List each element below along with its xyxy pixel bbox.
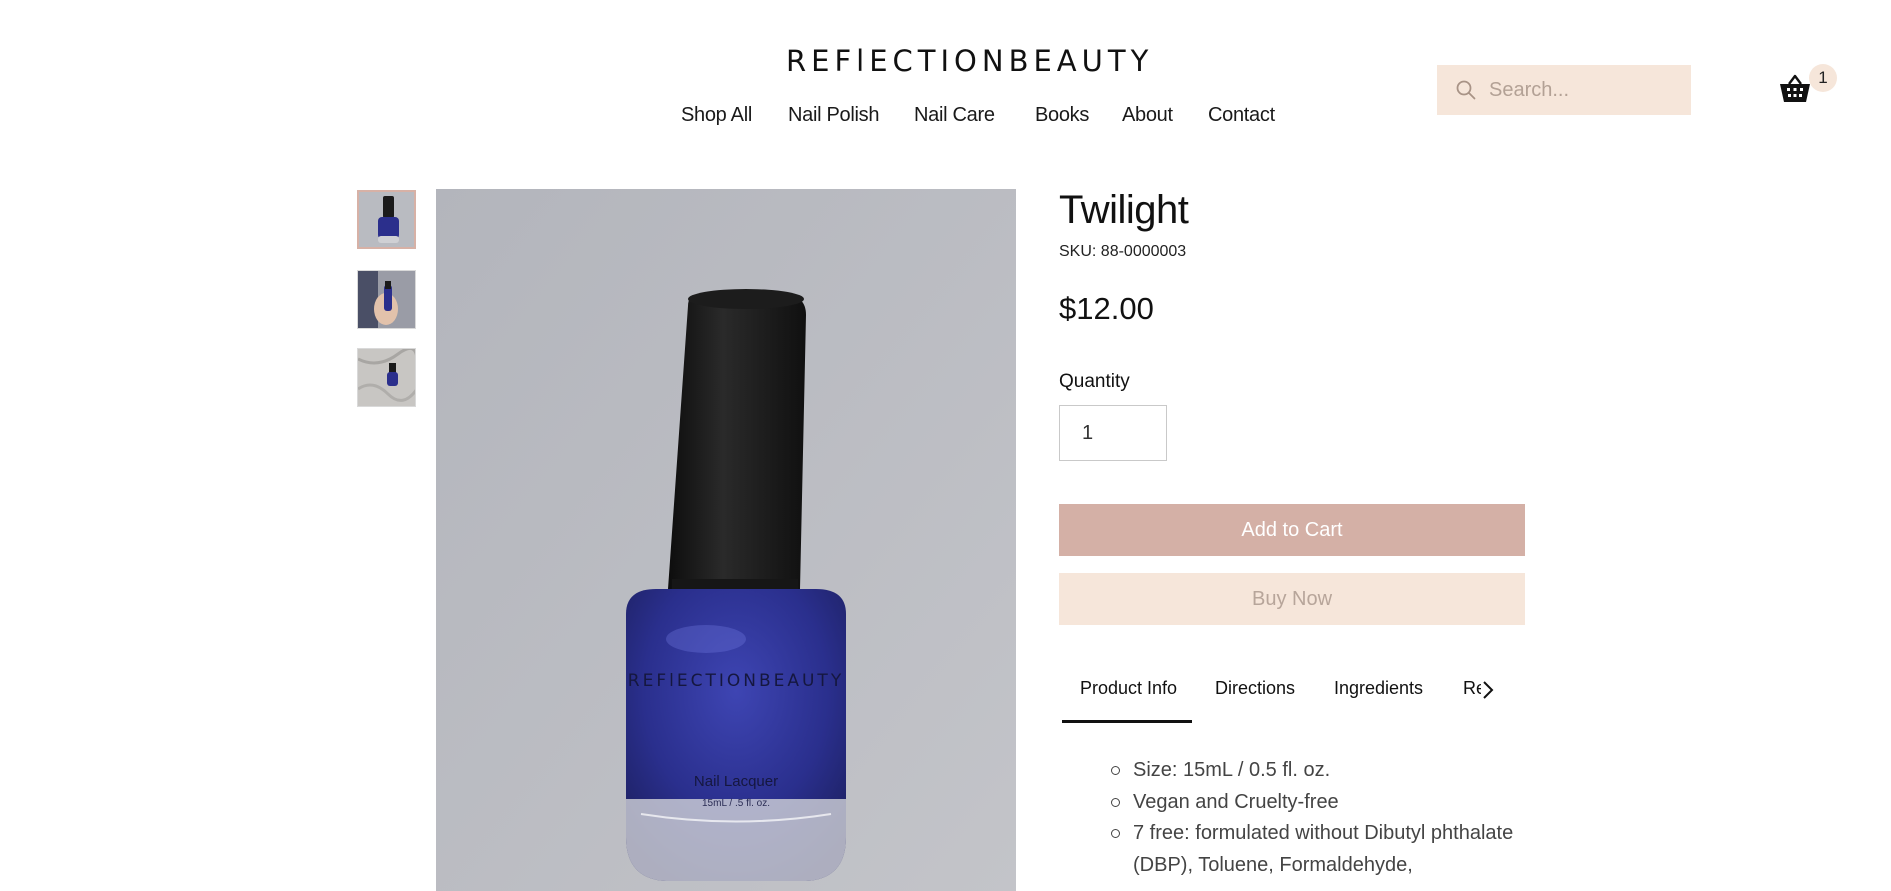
basket-icon xyxy=(1780,74,1810,102)
quantity-input[interactable]: 1 xyxy=(1059,405,1167,461)
main-product-image[interactable]: REFlECTIONBEAUTY Nail Lacquer 15mL / .5 … xyxy=(436,189,1016,891)
product-sku: SKU: 88-0000003 xyxy=(1059,243,1187,260)
bottle-thumbnail-image xyxy=(359,192,414,247)
thumbnail-2[interactable] xyxy=(357,270,416,329)
tab-reviews-truncated[interactable]: Re xyxy=(1463,678,1481,699)
nav-nail-polish[interactable]: Nail Polish xyxy=(788,104,879,127)
active-tab-indicator xyxy=(1062,720,1192,723)
tab-product-info[interactable]: Product Info xyxy=(1080,678,1177,699)
search-input[interactable] xyxy=(1489,78,1679,102)
list-item: Size: 15mL / 0.5 fl. oz. xyxy=(1108,755,1538,787)
chevron-right-icon xyxy=(1483,681,1494,699)
tabs-scroll-right-button[interactable] xyxy=(1482,680,1494,705)
bottle-brand-text: REFlECTIONBEAUTY xyxy=(628,671,844,691)
bottle-label-text: Nail Lacquer xyxy=(694,773,778,790)
quantity-label: Quantity xyxy=(1059,371,1130,392)
hand-thumbnail-image xyxy=(358,271,415,328)
nav-about[interactable]: About xyxy=(1122,104,1173,127)
fabric-thumbnail-image xyxy=(358,349,415,406)
product-tabs: Product Info Directions Ingredients Re xyxy=(1062,668,1525,724)
product-info-list: Size: 15mL / 0.5 fl. oz. Vegan and Cruel… xyxy=(1108,755,1538,881)
tab-directions[interactable]: Directions xyxy=(1215,678,1295,699)
nail-polish-bottle-image: REFlECTIONBEAUTY Nail Lacquer 15mL / .5 … xyxy=(436,189,1016,891)
list-item: Vegan and Cruelty-free xyxy=(1108,787,1538,819)
cart-count-badge: 1 xyxy=(1809,64,1837,92)
product-title: Twilight xyxy=(1059,188,1189,232)
nav-nail-care[interactable]: Nail Care xyxy=(914,104,995,127)
bottle-sublabel-text: 15mL / .5 fl. oz. xyxy=(702,798,770,809)
cart-button[interactable]: 1 xyxy=(1778,64,1838,106)
thumbnail-1[interactable] xyxy=(357,190,416,249)
add-to-cart-button[interactable]: Add to Cart xyxy=(1059,504,1525,556)
product-price: $12.00 xyxy=(1059,291,1154,326)
list-item: 7 free: formulated without Dibutyl phtha… xyxy=(1108,818,1538,881)
site-logo[interactable]: REFlECTIONBEAUTY xyxy=(786,44,1153,78)
nav-contact[interactable]: Contact xyxy=(1208,104,1275,127)
nav-books[interactable]: Books xyxy=(1035,104,1089,127)
search-bar[interactable] xyxy=(1437,65,1691,115)
thumbnail-3[interactable] xyxy=(357,348,416,407)
nav-shop-all[interactable]: Shop All xyxy=(681,104,752,127)
buy-now-button[interactable]: Buy Now xyxy=(1059,573,1525,625)
search-icon xyxy=(1456,80,1476,100)
product-page: REFlECTIONBEAUTY Shop All Nail Polish Na… xyxy=(0,0,1891,891)
tab-ingredients[interactable]: Ingredients xyxy=(1334,678,1423,699)
